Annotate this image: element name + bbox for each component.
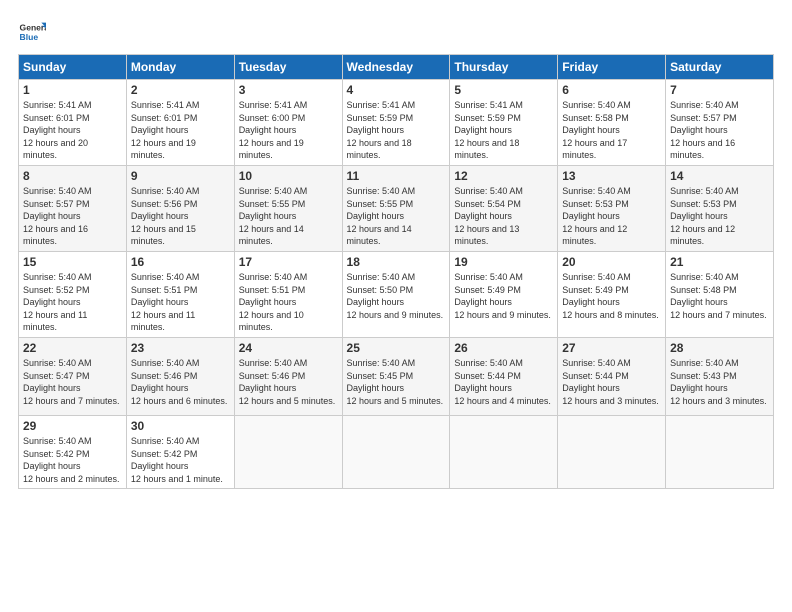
calendar-week-row: 29 Sunrise: 5:40 AMSunset: 5:42 PMDaylig… xyxy=(19,415,774,488)
empty-cell xyxy=(450,415,558,488)
table-row: 23 Sunrise: 5:40 AMSunset: 5:46 PMDaylig… xyxy=(126,337,234,415)
table-row: 29 Sunrise: 5:40 AMSunset: 5:42 PMDaylig… xyxy=(19,415,127,488)
header: General Blue xyxy=(18,18,774,46)
table-row: 1 Sunrise: 5:41 AMSunset: 6:01 PMDayligh… xyxy=(19,80,127,166)
table-row: 18 Sunrise: 5:40 AMSunset: 5:50 PMDaylig… xyxy=(342,251,450,337)
col-thursday: Thursday xyxy=(450,55,558,80)
table-row: 14 Sunrise: 5:40 AMSunset: 5:53 PMDaylig… xyxy=(666,165,774,251)
col-saturday: Saturday xyxy=(666,55,774,80)
calendar-week-row: 22 Sunrise: 5:40 AMSunset: 5:47 PMDaylig… xyxy=(19,337,774,415)
logo: General Blue xyxy=(18,18,48,46)
calendar-table: Sunday Monday Tuesday Wednesday Thursday… xyxy=(18,54,774,489)
table-row: 28 Sunrise: 5:40 AMSunset: 5:43 PMDaylig… xyxy=(666,337,774,415)
table-row: 8 Sunrise: 5:40 AMSunset: 5:57 PMDayligh… xyxy=(19,165,127,251)
table-row: 21 Sunrise: 5:40 AMSunset: 5:48 PMDaylig… xyxy=(666,251,774,337)
col-sunday: Sunday xyxy=(19,55,127,80)
table-row: 9 Sunrise: 5:40 AMSunset: 5:56 PMDayligh… xyxy=(126,165,234,251)
table-row: 20 Sunrise: 5:40 AMSunset: 5:49 PMDaylig… xyxy=(558,251,666,337)
table-row: 24 Sunrise: 5:40 AMSunset: 5:46 PMDaylig… xyxy=(234,337,342,415)
col-wednesday: Wednesday xyxy=(342,55,450,80)
table-row: 4 Sunrise: 5:41 AMSunset: 5:59 PMDayligh… xyxy=(342,80,450,166)
table-row: 11 Sunrise: 5:40 AMSunset: 5:55 PMDaylig… xyxy=(342,165,450,251)
table-row: 26 Sunrise: 5:40 AMSunset: 5:44 PMDaylig… xyxy=(450,337,558,415)
table-row: 12 Sunrise: 5:40 AMSunset: 5:54 PMDaylig… xyxy=(450,165,558,251)
table-row: 27 Sunrise: 5:40 AMSunset: 5:44 PMDaylig… xyxy=(558,337,666,415)
table-row: 15 Sunrise: 5:40 AMSunset: 5:52 PMDaylig… xyxy=(19,251,127,337)
calendar-header-row: Sunday Monday Tuesday Wednesday Thursday… xyxy=(19,55,774,80)
table-row: 3 Sunrise: 5:41 AMSunset: 6:00 PMDayligh… xyxy=(234,80,342,166)
svg-text:General: General xyxy=(20,22,46,32)
table-row: 30 Sunrise: 5:40 AMSunset: 5:42 PMDaylig… xyxy=(126,415,234,488)
table-row: 5 Sunrise: 5:41 AMSunset: 5:59 PMDayligh… xyxy=(450,80,558,166)
table-row: 10 Sunrise: 5:40 AMSunset: 5:55 PMDaylig… xyxy=(234,165,342,251)
table-row: 7 Sunrise: 5:40 AMSunset: 5:57 PMDayligh… xyxy=(666,80,774,166)
empty-cell xyxy=(666,415,774,488)
page: General Blue Sunday Monday Tuesday Wedne… xyxy=(0,0,792,612)
table-row: 17 Sunrise: 5:40 AMSunset: 5:51 PMDaylig… xyxy=(234,251,342,337)
table-row: 16 Sunrise: 5:40 AMSunset: 5:51 PMDaylig… xyxy=(126,251,234,337)
logo-icon: General Blue xyxy=(18,18,46,46)
col-monday: Monday xyxy=(126,55,234,80)
empty-cell xyxy=(342,415,450,488)
svg-text:Blue: Blue xyxy=(20,32,39,42)
calendar-week-row: 15 Sunrise: 5:40 AMSunset: 5:52 PMDaylig… xyxy=(19,251,774,337)
calendar-week-row: 8 Sunrise: 5:40 AMSunset: 5:57 PMDayligh… xyxy=(19,165,774,251)
table-row: 25 Sunrise: 5:40 AMSunset: 5:45 PMDaylig… xyxy=(342,337,450,415)
col-friday: Friday xyxy=(558,55,666,80)
table-row: 2 Sunrise: 5:41 AMSunset: 6:01 PMDayligh… xyxy=(126,80,234,166)
table-row: 13 Sunrise: 5:40 AMSunset: 5:53 PMDaylig… xyxy=(558,165,666,251)
col-tuesday: Tuesday xyxy=(234,55,342,80)
calendar-week-row: 1 Sunrise: 5:41 AMSunset: 6:01 PMDayligh… xyxy=(19,80,774,166)
table-row: 22 Sunrise: 5:40 AMSunset: 5:47 PMDaylig… xyxy=(19,337,127,415)
empty-cell xyxy=(234,415,342,488)
table-row: 19 Sunrise: 5:40 AMSunset: 5:49 PMDaylig… xyxy=(450,251,558,337)
table-row: 6 Sunrise: 5:40 AMSunset: 5:58 PMDayligh… xyxy=(558,80,666,166)
empty-cell xyxy=(558,415,666,488)
